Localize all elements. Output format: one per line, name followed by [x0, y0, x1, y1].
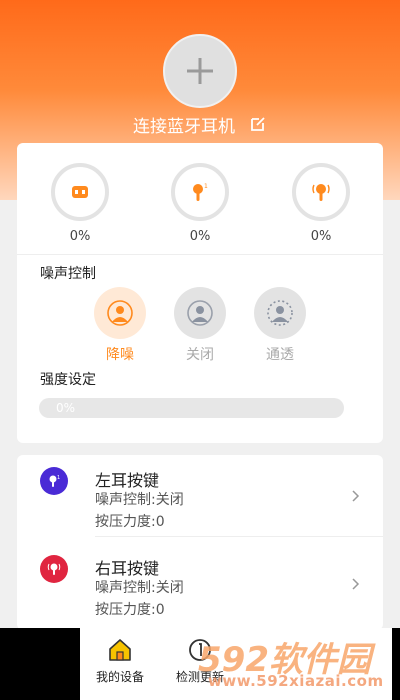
list-item-pressure: 按压力度:0 — [95, 602, 165, 618]
mode-off[interactable]: 关闭 — [173, 287, 227, 364]
black-bar — [0, 628, 80, 700]
svg-text:1: 1 — [204, 183, 208, 190]
battery-row: 0% 1 0% 0% — [17, 163, 383, 263]
left-earbud-icon: 1 — [193, 183, 208, 201]
strength-slider[interactable]: 0% — [39, 398, 344, 418]
charging-case-icon — [72, 186, 88, 198]
divider — [17, 254, 383, 255]
battery-left-value: 0% — [189, 229, 211, 244]
noise-control-title: 噪声控制 — [40, 266, 96, 282]
transparency-icon — [267, 300, 293, 326]
list-item-noise: 噪声控制:关闭 — [95, 580, 184, 596]
plus-icon — [187, 58, 213, 84]
battery-case: 0% — [51, 163, 109, 263]
divider — [95, 536, 383, 537]
person-icon — [187, 300, 213, 326]
mode-label: 降噪 — [106, 347, 134, 363]
left-earbud-icon: 1 — [49, 475, 60, 487]
mode-label: 关闭 — [186, 347, 214, 363]
mode-transparency[interactable]: 通透 — [253, 287, 307, 364]
strength-title: 强度设定 — [40, 372, 96, 388]
battery-right: 0% — [292, 163, 350, 263]
svg-text:1: 1 — [57, 475, 60, 481]
tab-my-devices[interactable]: 我的设备 — [80, 636, 160, 685]
add-device-button[interactable] — [163, 34, 237, 108]
right-earbud-badge — [40, 555, 68, 583]
connect-label[interactable]: 连接蓝牙耳机 — [133, 112, 235, 137]
watermark-url: www.592xiazai.com — [208, 672, 384, 690]
list-item-left-earbud[interactable]: 1 左耳按键 噪声控制:关闭 按压力度:0 — [17, 455, 383, 537]
battery-ring — [51, 163, 109, 221]
list-item-noise: 噪声控制:关闭 — [95, 492, 184, 508]
battery-case-value: 0% — [69, 229, 91, 244]
noise-cancel-icon — [107, 300, 133, 326]
chevron-right-icon — [352, 578, 360, 590]
earbud-list: 1 左耳按键 噪声控制:关闭 按压力度:0 右耳按键 噪声控制:关闭 按压力度:… — [17, 455, 383, 630]
left-earbud-badge: 1 — [40, 467, 68, 495]
edit-icon[interactable] — [249, 115, 267, 133]
mode-circle[interactable] — [254, 287, 306, 339]
chevron-right-icon — [352, 490, 360, 502]
strength-value: 0% — [56, 401, 76, 415]
list-item-title: 右耳按键 — [95, 559, 160, 578]
watermark: 592软件园 www.592xiazai.com — [188, 624, 400, 700]
list-item-right-earbud[interactable]: 右耳按键 噪声控制:关闭 按压力度:0 — [17, 543, 383, 623]
mode-noise-cancel[interactable]: 降噪 — [93, 287, 147, 364]
home-icon — [109, 639, 131, 661]
battery-ring: 1 — [171, 163, 229, 221]
battery-ring — [292, 163, 350, 221]
right-earbud-icon — [47, 563, 61, 575]
mode-label: 通透 — [266, 347, 294, 363]
right-earbud-icon — [312, 184, 330, 201]
status-card: 0% 1 0% 0% 噪声控制 降噪 关闭 通透 强度设定 0% — [17, 143, 383, 443]
device-page: 连接蓝牙耳机 0% 1 0% 0% 噪声控制 降噪 关闭 通透 强度设定 0% … — [0, 0, 400, 700]
battery-left: 1 0% — [171, 163, 229, 263]
list-item-title: 左耳按键 — [95, 471, 160, 490]
battery-right-value: 0% — [310, 229, 332, 244]
tab-label: 我的设备 — [95, 670, 144, 684]
mode-circle[interactable] — [94, 287, 146, 339]
mode-circle[interactable] — [174, 287, 226, 339]
list-item-pressure: 按压力度:0 — [95, 514, 165, 530]
connect-row[interactable]: 连接蓝牙耳机 — [0, 112, 400, 137]
